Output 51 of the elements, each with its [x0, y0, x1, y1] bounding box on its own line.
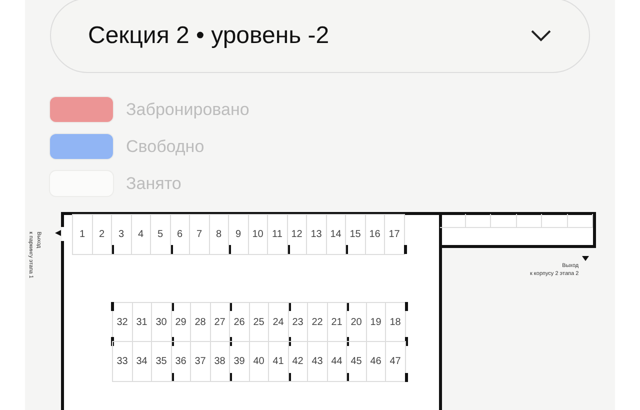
parking-spot[interactable]: 6: [170, 214, 190, 255]
parking-spot[interactable]: 26: [229, 302, 250, 342]
pillar: [111, 337, 114, 346]
pillar: [111, 302, 114, 311]
legend-label: Занято: [126, 174, 182, 194]
parking-spot[interactable]: 47: [385, 341, 406, 382]
corridor-slot: [440, 214, 466, 228]
pillar: [111, 245, 114, 254]
pillar: [228, 245, 231, 254]
chevron-down-icon: [531, 30, 551, 42]
pillar: [346, 302, 349, 311]
legend-label: Свободно: [126, 136, 204, 156]
corridor-slot: [466, 214, 491, 228]
pillar: [229, 373, 232, 382]
pillar: [404, 373, 408, 382]
pillar: [404, 245, 406, 254]
legend-label: Забронировано: [126, 100, 250, 120]
parking-spot[interactable]: 9: [228, 214, 248, 255]
arrow-icon: [55, 230, 61, 236]
parking-spot[interactable]: 16: [364, 214, 385, 255]
parking-spot[interactable]: 5: [150, 214, 170, 255]
parking-spot[interactable]: 33: [112, 341, 132, 382]
pillar: [346, 373, 349, 382]
parking-spot[interactable]: 20: [346, 302, 366, 342]
parking-spot[interactable]: 13: [306, 214, 326, 255]
level-dropdown[interactable]: Секция 2 • уровень -2: [50, 0, 590, 73]
parking-spot[interactable]: 14: [326, 214, 346, 255]
parking-spot[interactable]: 11: [267, 214, 288, 255]
corridor-slot: [568, 214, 593, 228]
corridor-slot: [542, 214, 568, 228]
pillar: [346, 337, 349, 346]
parking-spot[interactable]: 8: [208, 214, 229, 255]
parking-spot[interactable]: 7: [189, 214, 210, 255]
arrow-icon: [582, 256, 589, 261]
parking-spot[interactable]: 4: [130, 214, 151, 255]
parking-spot[interactable]: 17: [384, 214, 404, 255]
parking-spot[interactable]: 3: [111, 214, 132, 255]
parking-spot[interactable]: 1: [72, 214, 92, 255]
parking-spot[interactable]: 12: [286, 214, 307, 255]
corridor-slot: [516, 214, 542, 228]
pillar: [345, 245, 348, 254]
parking-spot[interactable]: 2: [92, 214, 112, 255]
pillar: [170, 245, 172, 254]
pillar: [404, 337, 408, 346]
pillar: [229, 302, 232, 311]
corridor-slot: [491, 214, 516, 228]
parking-spot[interactable]: 15: [345, 214, 366, 255]
pillar: [229, 337, 232, 346]
pillar: [286, 245, 290, 254]
parking-spot[interactable]: 10: [248, 214, 268, 255]
pillar: [404, 302, 408, 311]
